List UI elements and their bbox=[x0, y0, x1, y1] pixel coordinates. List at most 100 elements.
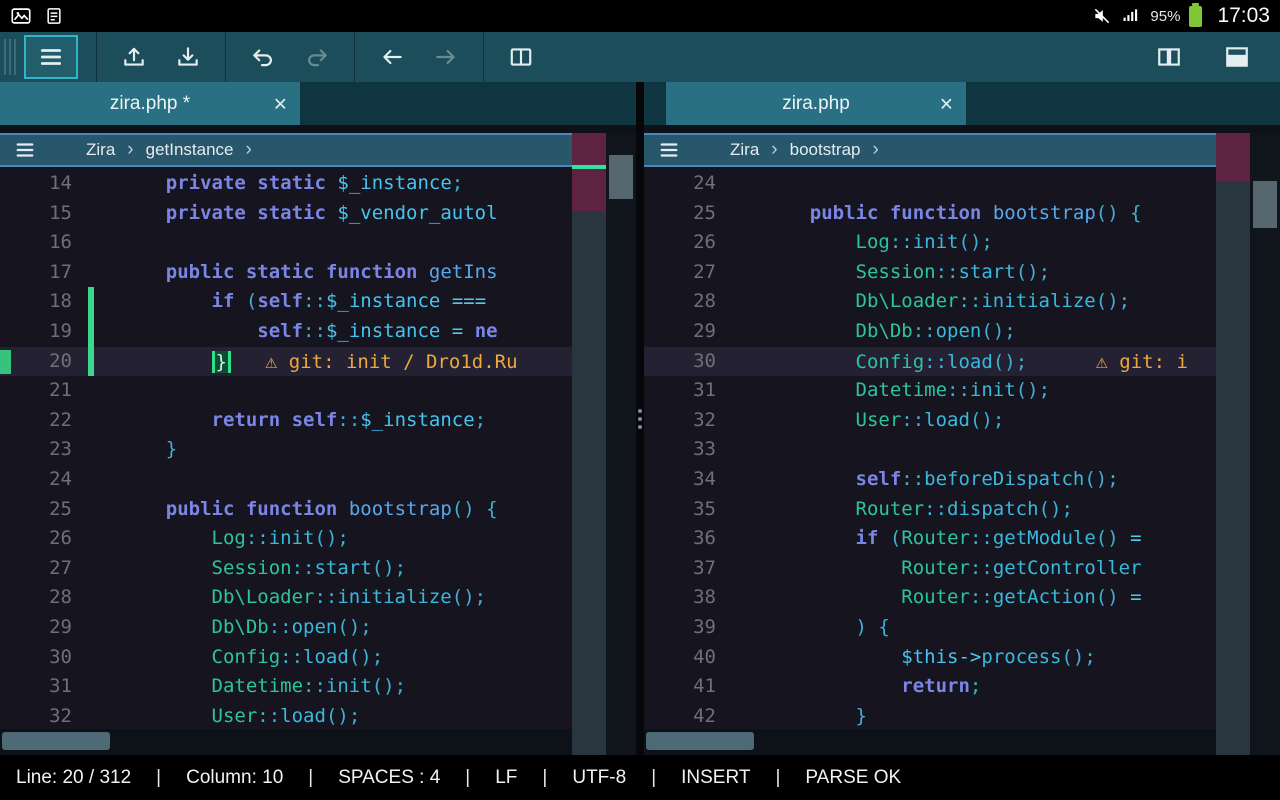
vertical-scrollbar-thumb[interactable] bbox=[609, 155, 633, 199]
code-line[interactable]: 42 } bbox=[644, 702, 1216, 729]
code-line[interactable]: 28 Db\Loader::initialize(); bbox=[0, 583, 572, 613]
code-line[interactable]: 27 Session::start(); bbox=[644, 258, 1216, 288]
tab-zira-php[interactable]: zira.php * × bbox=[0, 82, 300, 125]
code-line[interactable]: 32 User::load(); bbox=[644, 406, 1216, 436]
line-number: 32 bbox=[644, 406, 732, 436]
redo-button[interactable] bbox=[290, 35, 344, 79]
line-number: 30 bbox=[644, 347, 732, 377]
vertical-scrollbar[interactable] bbox=[606, 133, 636, 755]
change-bar-empty bbox=[732, 199, 738, 229]
code-line[interactable]: 31 Datetime::init(); bbox=[0, 672, 572, 702]
code-text: Log::init(); bbox=[120, 524, 572, 554]
save-button[interactable] bbox=[161, 35, 215, 79]
code-line[interactable]: 25 public function bootstrap() { bbox=[0, 495, 572, 525]
code-line[interactable]: 16 bbox=[0, 228, 572, 258]
breadcrumb-item[interactable]: bootstrap bbox=[790, 140, 861, 159]
code-line[interactable]: 24 bbox=[644, 169, 1216, 199]
breadcrumb-item[interactable]: Zira bbox=[86, 140, 115, 159]
code-line[interactable]: 29 Db\Db::open(); bbox=[644, 317, 1216, 347]
code-line[interactable]: 18 if (self::$_instance === bbox=[0, 287, 572, 317]
modified-region-marker bbox=[572, 133, 606, 211]
code-line[interactable]: 25 public function bootstrap() { bbox=[644, 199, 1216, 229]
close-icon[interactable]: × bbox=[940, 92, 953, 115]
code-line[interactable]: 17 public static function getIns bbox=[0, 258, 572, 288]
code-line[interactable]: 20 } ⚠ git: init / Dro1d.Ru bbox=[0, 347, 572, 377]
breadcrumb-menu-button[interactable] bbox=[14, 139, 36, 161]
code-line[interactable]: 29 Db\Db::open(); bbox=[0, 613, 572, 643]
code-line[interactable]: 26 Log::init(); bbox=[0, 524, 572, 554]
code-line[interactable]: 32 User::load(); bbox=[0, 702, 572, 729]
split-vertical-button[interactable] bbox=[1142, 35, 1196, 79]
scroll-zone bbox=[572, 133, 636, 755]
split-horizontal-button[interactable] bbox=[1210, 35, 1264, 79]
vertical-scrollbar[interactable] bbox=[1250, 133, 1280, 755]
status-bar-right: 95% 17:03 bbox=[1092, 4, 1270, 28]
code-text: Db\Db::open(); bbox=[764, 317, 1216, 347]
hamburger-icon bbox=[38, 44, 64, 70]
code-editor[interactable]: 14 private static $_instance;15 private … bbox=[0, 167, 572, 729]
breadcrumb-menu-button[interactable] bbox=[658, 139, 680, 161]
code-line[interactable]: 38 Router::getAction() = bbox=[644, 583, 1216, 613]
redo-icon bbox=[304, 44, 330, 70]
navigate-forward-button[interactable] bbox=[419, 35, 473, 79]
line-number: 25 bbox=[0, 495, 88, 525]
footer-separator: | bbox=[651, 767, 656, 789]
code-line[interactable]: 36 if (Router::getModule() = bbox=[644, 524, 1216, 554]
code-text: Log::init(); bbox=[764, 228, 1216, 258]
code-line[interactable]: 28 Db\Loader::initialize(); bbox=[644, 287, 1216, 317]
code-line[interactable]: 40 $this->process(); bbox=[644, 643, 1216, 673]
code-line[interactable]: 26 Log::init(); bbox=[644, 228, 1216, 258]
code-line[interactable]: 33 bbox=[644, 435, 1216, 465]
code-line[interactable]: 35 Router::dispatch(); bbox=[644, 495, 1216, 525]
change-bar-empty bbox=[732, 583, 738, 613]
line-number: 18 bbox=[0, 287, 88, 317]
code-line[interactable]: 41 return; bbox=[644, 672, 1216, 702]
vertical-scrollbar-thumb[interactable] bbox=[1253, 181, 1277, 228]
horizontal-scrollbar[interactable] bbox=[644, 729, 1216, 755]
horizontal-scrollbar[interactable] bbox=[0, 729, 572, 755]
code-text: Config::load(); bbox=[120, 643, 572, 673]
change-bar-empty bbox=[732, 643, 738, 673]
code-text bbox=[120, 376, 572, 406]
code-line[interactable]: 22 return self::$_instance; bbox=[0, 406, 572, 436]
split-view-button[interactable] bbox=[494, 35, 548, 79]
change-bar-empty bbox=[88, 465, 94, 495]
horizontal-scrollbar-thumb[interactable] bbox=[646, 732, 754, 750]
code-text: } bbox=[120, 435, 572, 465]
toolbar-separator bbox=[483, 32, 484, 82]
menu-button[interactable] bbox=[24, 35, 78, 79]
code-text: return self::$_instance; bbox=[120, 406, 572, 436]
code-line[interactable]: 21 bbox=[0, 376, 572, 406]
line-number: 16 bbox=[0, 228, 88, 258]
pane-divider[interactable] bbox=[636, 82, 644, 755]
code-line[interactable]: 34 self::beforeDispatch(); bbox=[644, 465, 1216, 495]
code-line[interactable]: 37 Router::getController bbox=[644, 554, 1216, 584]
code-line[interactable]: 24 bbox=[0, 465, 572, 495]
close-icon[interactable]: × bbox=[274, 92, 287, 115]
change-bar-empty bbox=[88, 613, 94, 643]
code-text: Router::getController bbox=[764, 554, 1216, 584]
horizontal-scrollbar-thumb[interactable] bbox=[2, 732, 110, 750]
change-bar-empty bbox=[732, 317, 738, 347]
code-line[interactable]: 14 private static $_instance; bbox=[0, 169, 572, 199]
navigate-back-button[interactable] bbox=[365, 35, 419, 79]
code-line[interactable]: 23 } bbox=[0, 435, 572, 465]
code-line[interactable]: 30 Config::load(); bbox=[0, 643, 572, 673]
editor-workspace: zira.php * × Zira›getInstance› 14 privat… bbox=[0, 82, 1280, 755]
divider-handle-icon[interactable] bbox=[638, 409, 642, 429]
code-text: return; bbox=[764, 672, 1216, 702]
change-bar-empty bbox=[88, 228, 94, 258]
upload-button[interactable] bbox=[107, 35, 161, 79]
code-line[interactable]: 31 Datetime::init(); bbox=[644, 376, 1216, 406]
change-bar-empty bbox=[732, 495, 738, 525]
code-editor[interactable]: 2425 public function bootstrap() {26 Log… bbox=[644, 167, 1216, 729]
code-line[interactable]: 15 private static $_vendor_autol bbox=[0, 199, 572, 229]
code-line[interactable]: 19 self::$_instance = ne bbox=[0, 317, 572, 347]
tab-zira-php[interactable]: zira.php × bbox=[666, 82, 966, 125]
undo-button[interactable] bbox=[236, 35, 290, 79]
code-line[interactable]: 30 Config::load(); ⚠ git: i bbox=[644, 347, 1216, 377]
breadcrumb-item[interactable]: Zira bbox=[730, 140, 759, 159]
code-line[interactable]: 39 ) { bbox=[644, 613, 1216, 643]
breadcrumb-item[interactable]: getInstance bbox=[146, 140, 234, 159]
code-line[interactable]: 27 Session::start(); bbox=[0, 554, 572, 584]
